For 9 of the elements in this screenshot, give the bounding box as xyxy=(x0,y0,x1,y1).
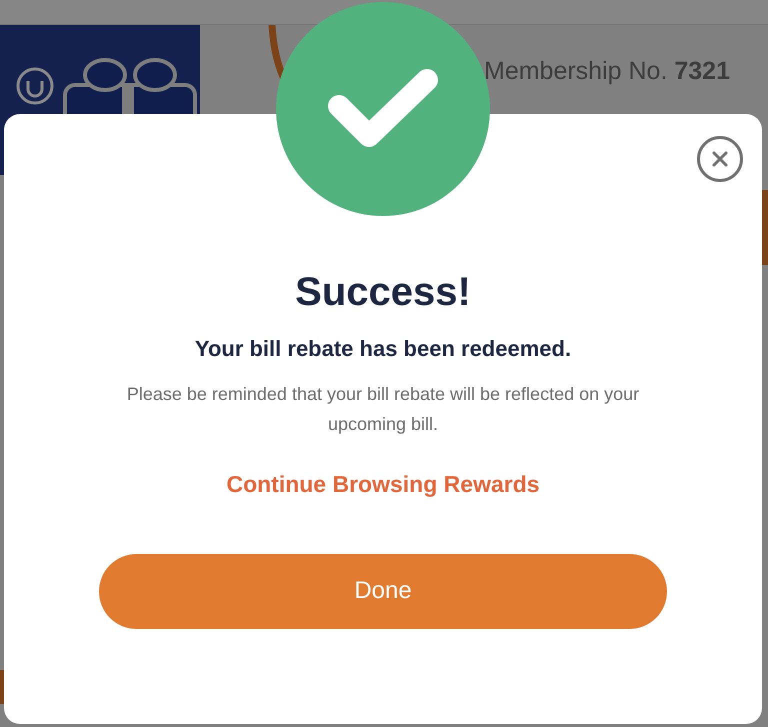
dialog-message: Please be reminded that your bill rebate will be reflected on your upcoming bill. xyxy=(126,383,640,436)
continue-link[interactable]: Continue Browsing Rewards xyxy=(226,467,540,502)
checkmark-icon xyxy=(327,68,439,150)
dialog-subtitle: Your bill rebate has been redeemed. xyxy=(194,335,572,363)
close-button[interactable] xyxy=(697,136,743,182)
membership-number: Membership No. 7321 xyxy=(484,56,730,87)
close-icon xyxy=(712,151,728,167)
done-button[interactable]: Done xyxy=(99,554,667,628)
dialog-title: Success! xyxy=(295,269,471,316)
